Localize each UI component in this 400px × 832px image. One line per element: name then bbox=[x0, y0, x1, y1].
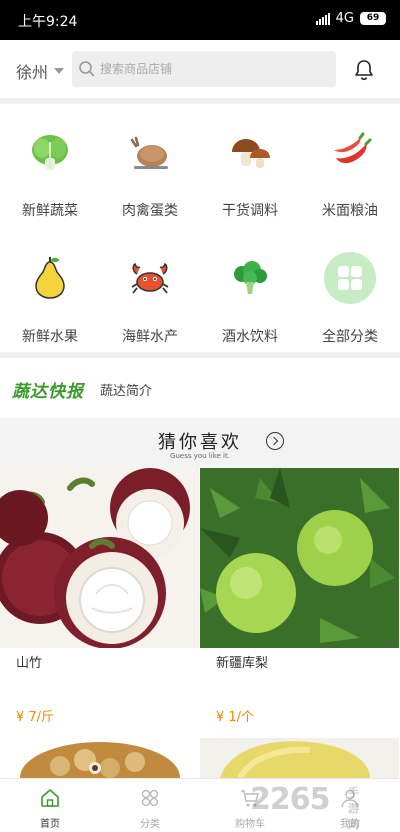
product-image-pear[interactable] bbox=[200, 468, 399, 648]
category-item-grain[interactable]: 米面粮油 bbox=[300, 124, 400, 220]
roast-chicken-icon bbox=[122, 124, 178, 180]
watermark-text: 2265 bbox=[250, 782, 330, 817]
product-name: 山竹 bbox=[16, 656, 43, 671]
recommend-subtitle: Guess you like it. bbox=[170, 452, 230, 460]
city-label: 徐州 bbox=[16, 63, 49, 82]
tab-label: 购物车 bbox=[235, 819, 265, 830]
category-item-vegetable[interactable]: 新鲜蔬菜 bbox=[0, 124, 100, 220]
category-item-meat[interactable]: 肉禽蛋类 bbox=[100, 124, 200, 220]
category-icon bbox=[141, 789, 159, 807]
chili-icon bbox=[322, 124, 378, 180]
search-icon bbox=[79, 61, 95, 77]
category-item-all[interactable]: 全部分类 bbox=[300, 250, 400, 346]
city-selector[interactable]: 徐州 bbox=[16, 59, 65, 83]
top-header: 徐州 bbox=[0, 40, 400, 98]
signal-icon bbox=[315, 12, 330, 25]
product-image-longan[interactable] bbox=[0, 738, 199, 778]
category-label: 海鲜水产 bbox=[122, 329, 178, 345]
category-item-drinks[interactable]: 酒水饮料 bbox=[200, 250, 300, 346]
bell-icon[interactable] bbox=[352, 58, 376, 82]
category-label: 米面粮油 bbox=[322, 203, 378, 219]
broccoli-icon bbox=[222, 250, 278, 306]
product-price: ¥ 1/个 bbox=[216, 710, 255, 725]
product-card[interactable] bbox=[0, 738, 200, 778]
category-item-dry-goods[interactable]: 干货调料 bbox=[200, 124, 300, 220]
bottom-tab-bar: 首页 分类 购物车 我的 bbox=[0, 778, 400, 832]
crab-icon bbox=[122, 250, 178, 306]
category-item-seafood[interactable]: 海鲜水产 bbox=[100, 250, 200, 346]
tab-category[interactable]: 分类 bbox=[100, 779, 200, 832]
grid-icon bbox=[322, 250, 378, 306]
category-item-fruit[interactable]: 新鲜水果 bbox=[0, 250, 100, 346]
battery-icon: 69 bbox=[360, 12, 386, 25]
status-bar: 上午9:24 4G 69 bbox=[0, 0, 400, 40]
news-ticker[interactable]: 蔬达快报 蔬达简介 bbox=[0, 360, 400, 416]
tab-home[interactable]: 首页 bbox=[0, 779, 100, 832]
category-label: 干货调料 bbox=[222, 203, 278, 219]
search-bar[interactable] bbox=[72, 51, 336, 87]
product-card[interactable]: 山竹 ¥ 7/斤 bbox=[0, 468, 200, 736]
product-card[interactable] bbox=[200, 738, 400, 778]
watermark-logo: 2265 手游网 bbox=[250, 782, 359, 831]
news-logo: 蔬达快报 bbox=[12, 382, 84, 402]
category-label: 肉禽蛋类 bbox=[122, 203, 178, 219]
divider bbox=[0, 98, 400, 104]
status-time: 上午9:24 bbox=[18, 14, 78, 30]
product-image-mangosteen[interactable] bbox=[0, 468, 199, 648]
tab-label: 首页 bbox=[40, 819, 60, 830]
recommend-title: 猜你喜欢 bbox=[158, 432, 242, 453]
watermark-suffix: 手游网 bbox=[348, 786, 359, 831]
news-text[interactable]: 蔬达简介 bbox=[100, 380, 152, 399]
tab-label: 分类 bbox=[140, 819, 160, 830]
category-label: 酒水饮料 bbox=[222, 329, 278, 345]
vegetable-icon bbox=[22, 124, 78, 180]
recommend-header: 猜你喜欢 Guess you like it. bbox=[0, 418, 400, 468]
product-price: ¥ 7/斤 bbox=[16, 710, 55, 725]
category-label: 新鲜蔬菜 bbox=[22, 203, 78, 219]
chevron-down-icon bbox=[54, 68, 65, 74]
network-label: 4G bbox=[335, 11, 354, 26]
mushroom-icon bbox=[222, 124, 278, 180]
status-indicators: 4G 69 bbox=[315, 11, 386, 26]
product-name: 新疆库梨 bbox=[216, 656, 269, 671]
product-image-fruit[interactable] bbox=[200, 738, 399, 778]
chevron-right-circle-icon[interactable] bbox=[266, 432, 284, 450]
home-icon bbox=[41, 789, 59, 807]
divider bbox=[0, 352, 400, 358]
search-input[interactable] bbox=[100, 62, 320, 76]
pear-icon bbox=[22, 250, 78, 306]
category-label: 新鲜水果 bbox=[22, 329, 78, 345]
product-card[interactable]: 新疆库梨 ¥ 1/个 bbox=[200, 468, 400, 736]
category-label: 全部分类 bbox=[322, 329, 378, 345]
